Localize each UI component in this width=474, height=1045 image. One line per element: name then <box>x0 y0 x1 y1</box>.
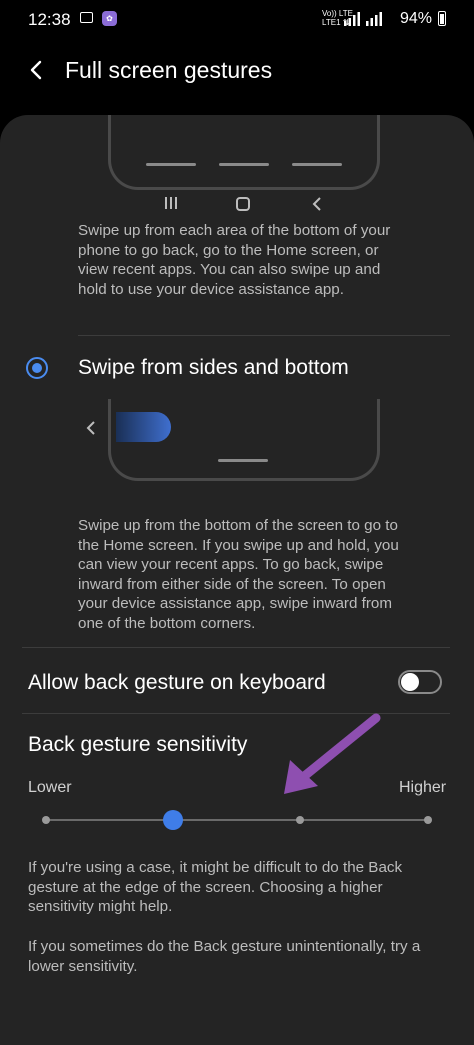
page-title: Full screen gestures <box>65 57 273 83</box>
sensitivity-slider-track[interactable] <box>46 819 428 821</box>
swipe-gesture-indicator <box>116 412 171 442</box>
battery-icon <box>438 11 446 26</box>
slider-tick[interactable] <box>42 816 50 824</box>
slider-tick[interactable] <box>296 816 304 824</box>
nav-back-icon <box>312 197 321 211</box>
gesture-hint-right <box>292 163 342 166</box>
gesture-hint-center <box>219 163 269 166</box>
back-arrow-icon[interactable] <box>24 55 50 85</box>
keyboard-back-gesture-toggle[interactable] <box>398 670 442 694</box>
slider-tick[interactable] <box>424 816 432 824</box>
status-time: 12:38 <box>28 10 71 29</box>
phone-illustration-buttons <box>108 115 380 190</box>
buttons-option-description: Swipe up from each area of the bottom of… <box>78 222 391 298</box>
app-header: Full screen gestures <box>0 38 474 106</box>
sides-option-label[interactable]: Swipe from sides and bottom <box>78 356 349 380</box>
battery-percent: 94% <box>400 10 433 27</box>
signal-icon <box>344 12 382 26</box>
divider <box>22 713 450 714</box>
sensitivity-note-unintentional: If you sometimes do the Back gesture uni… <box>28 938 421 975</box>
home-gesture-hint <box>218 459 268 462</box>
divider <box>78 335 450 336</box>
gallery-notification-icon <box>80 12 93 23</box>
toggle-knob <box>401 673 419 691</box>
sensitivity-title: Back gesture sensitivity <box>28 733 248 756</box>
status-bar: 12:38 ✿ Vo)) LTE LTE1 ⇅ 94% <box>0 0 474 38</box>
divider <box>22 647 450 648</box>
annotation-arrow-icon <box>284 713 381 794</box>
slider-lower-label: Lower <box>28 779 72 796</box>
sensitivity-slider-thumb[interactable] <box>163 810 183 830</box>
side-swipe-chevron-icon <box>86 421 95 435</box>
slider-higher-label: Higher <box>399 779 447 796</box>
keyboard-back-gesture-label[interactable]: Allow back gesture on keyboard <box>28 671 326 695</box>
settings-card: Swipe up from each area of the bottom of… <box>0 115 474 1045</box>
app-notification-icon: ✿ <box>102 11 117 26</box>
gesture-hint-left <box>146 163 196 166</box>
sides-option-description: Swipe up from the bottom of the screen t… <box>78 517 399 632</box>
sides-option-radio[interactable] <box>26 357 48 379</box>
recent-apps-icon <box>165 197 177 209</box>
sensitivity-note-case: If you're using a case, it might be diff… <box>28 859 403 916</box>
home-icon <box>236 197 250 211</box>
